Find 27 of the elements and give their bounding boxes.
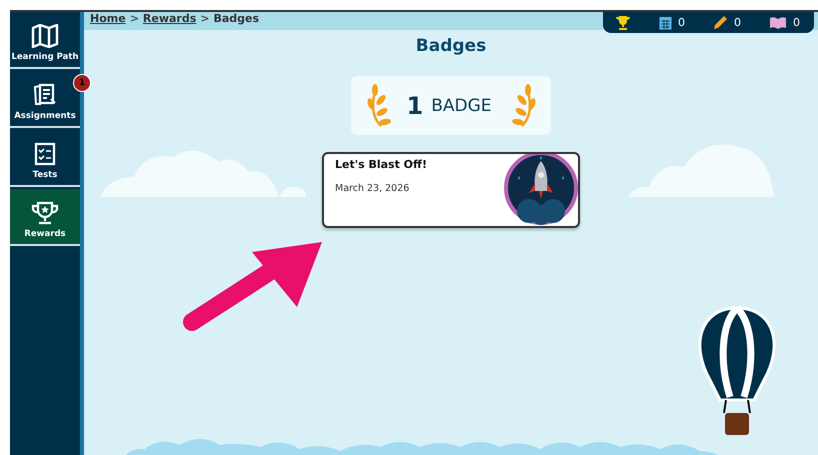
page-title: Badges	[416, 36, 486, 56]
breadcrumb-link[interactable]: Rewards	[142, 12, 196, 25]
calendar-icon	[659, 16, 672, 30]
breadcrumb-text: Badges	[214, 12, 260, 25]
map-icon	[31, 24, 59, 48]
trophy-icon	[31, 201, 59, 225]
breadcrumb-link[interactable]: Home	[90, 12, 126, 25]
laurel-icon	[510, 84, 536, 128]
breadcrumb-text: >	[130, 12, 139, 25]
stat-count: 0	[734, 16, 741, 29]
badge-date: March 23, 2026	[335, 183, 410, 194]
checklist-icon	[34, 142, 56, 166]
laurel-icon	[366, 84, 392, 128]
rocket-badge-icon	[504, 154, 578, 225]
breadcrumb-text: >	[200, 12, 210, 25]
badge-count-label: BADGE	[431, 96, 492, 116]
sidebar-item[interactable]: Rewards	[10, 189, 80, 246]
book-icon	[769, 16, 787, 29]
stat-count: 0	[678, 16, 685, 29]
notification-badge: 1	[73, 74, 91, 92]
trophy-icon	[615, 16, 631, 30]
badge-card[interactable]: Let's Blast Off! March 23, 2026	[322, 152, 580, 228]
badge-count: 1	[406, 92, 424, 120]
stat-count: 0	[793, 16, 800, 29]
pencil-icon	[713, 15, 728, 30]
badge-title: Let's Blast Off!	[335, 158, 427, 171]
documents-icon	[32, 83, 58, 107]
